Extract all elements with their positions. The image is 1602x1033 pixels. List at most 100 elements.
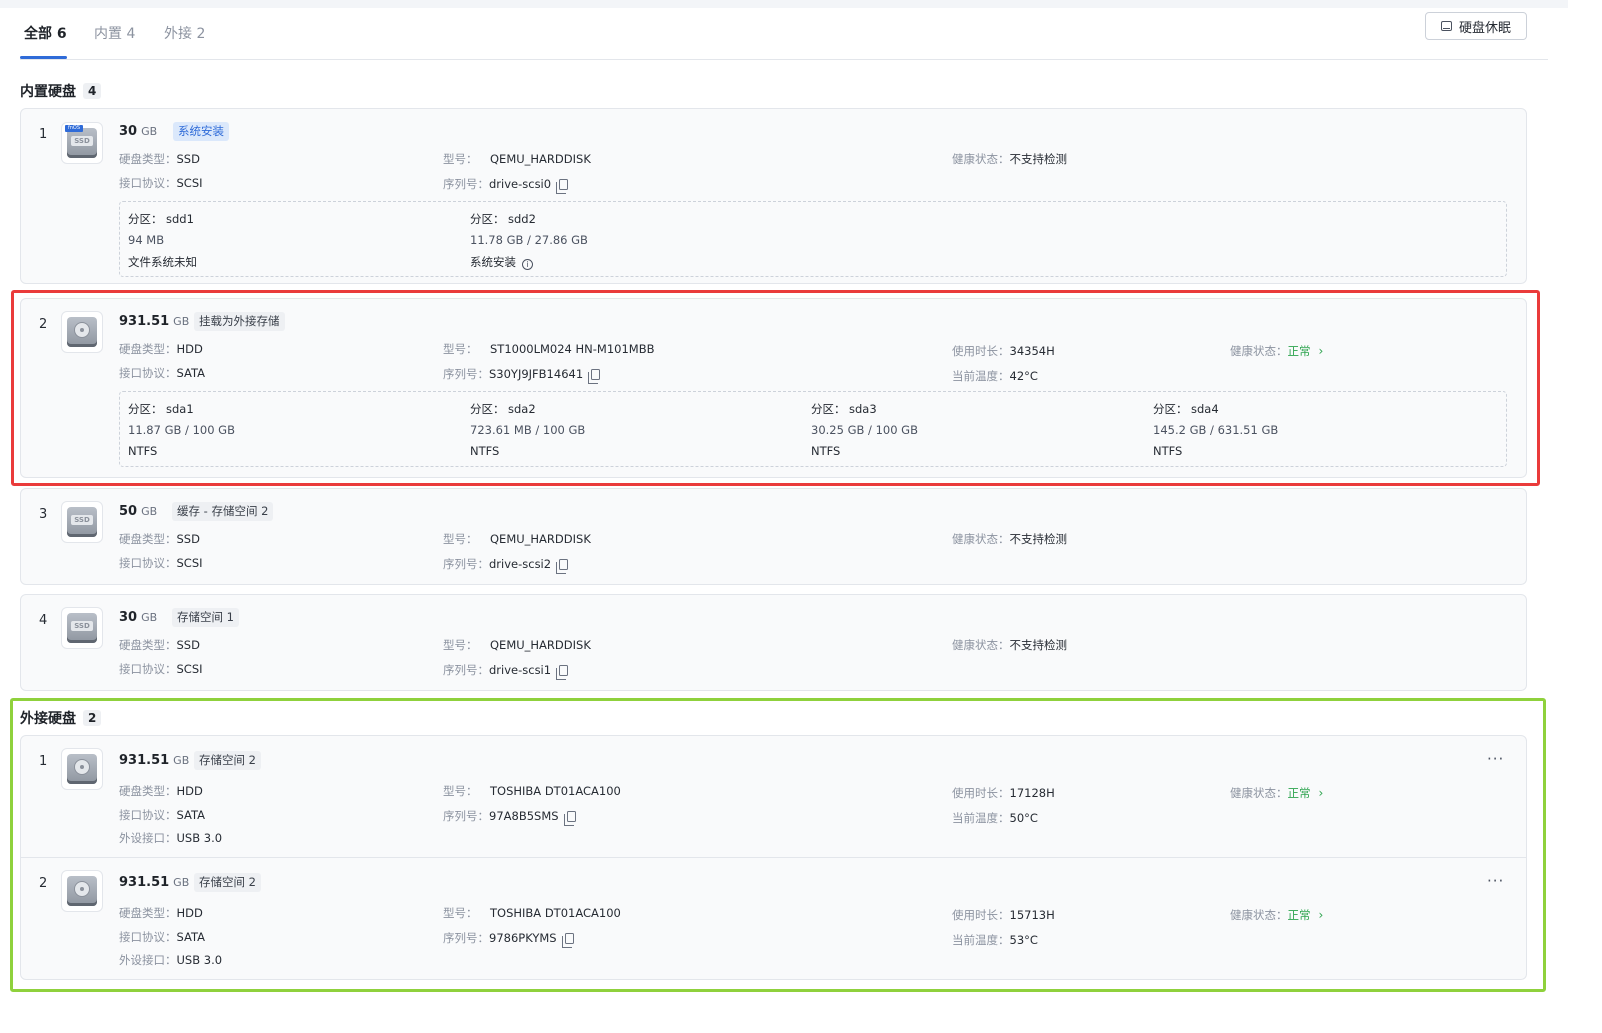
disk-external-port: 外设接口： USB 3.0 [119, 831, 223, 845]
disk-temperature: 当前温度： 42°C [952, 369, 1038, 383]
ssd-disk-icon: SSD [61, 501, 103, 543]
external-section-label: 外接硬盘 [20, 711, 76, 727]
copy-serial-icon[interactable] [556, 558, 569, 574]
ssd-icon-label: SSD [71, 621, 93, 631]
disk-size-value: 931.51 [119, 875, 170, 890]
disk-model: 型号： TOSHIBA DT01ACA100 [443, 906, 621, 920]
disk-type: 硬盘类型： SSD [119, 152, 200, 166]
disk-serial: 序列号： drive-scsi1 [443, 662, 569, 680]
internal-disk-card-2[interactable]: 2 931.51 GB 挂载为外接存储 硬盘类型： HDD 接口协议： SATA 型… [20, 298, 1527, 478]
disk-size-value: 931.51 [119, 314, 170, 329]
chevron-right-icon[interactable]: › [1319, 908, 1324, 922]
hdd-disk-icon [61, 748, 103, 790]
copy-serial-icon[interactable] [588, 368, 601, 384]
disk-index: 3 [39, 507, 48, 522]
disk-model: 型号： TOSHIBA DT01ACA100 [443, 784, 621, 798]
copy-serial-icon[interactable] [556, 178, 569, 194]
disk-size-unit: GB [141, 611, 158, 624]
disk-role-tag: 存储空间 1 [172, 608, 239, 627]
more-options-icon[interactable]: ··· [1487, 750, 1504, 768]
disk-health[interactable]: 健康状态： 正常 › [1230, 785, 1323, 801]
disk-type: 硬盘类型： HDD [119, 342, 203, 356]
disk-size: 931.51 GB [119, 314, 189, 329]
disk-model: 型号： ST1000LM024 HN-M101MBB [443, 342, 655, 356]
copy-serial-icon[interactable] [561, 932, 574, 948]
disk-role-tag: 缓存 - 存储空间 2 [172, 502, 274, 521]
ssd-icon-label: SSD [71, 136, 93, 146]
disk-size: 50 GB [119, 504, 157, 519]
disk-temperature: 当前温度： 53°C [952, 933, 1038, 947]
disk-size: 30 GB [119, 610, 157, 625]
disk-model: 型号： QEMU_HARDDISK [443, 152, 591, 166]
disk-type: 硬盘类型： SSD [119, 532, 200, 546]
hdd-disk-icon [61, 311, 103, 353]
disk-size-unit: GB [141, 505, 158, 518]
external-disk-card-2[interactable]: 2 931.51 GB 存储空间 2 ··· 硬盘类型： HDD 接口协议： SAT… [20, 857, 1527, 980]
disk-serial: 序列号： 9786PKYMS [443, 930, 574, 948]
copy-serial-icon[interactable] [563, 810, 576, 826]
ssd-icon-label: SSD [71, 515, 93, 525]
internal-disk-card-1[interactable]: 1 SSD fnOS 30 GB 系统安装 硬盘类型： SSD 接口协议： SCSI … [20, 108, 1527, 284]
disk-size-unit: GB [173, 754, 190, 767]
chevron-right-icon[interactable]: › [1319, 786, 1324, 800]
internal-disk-card-3[interactable]: 3 SSD 50 GB 缓存 - 存储空间 2 硬盘类型： SSD 接口协议： SC… [20, 488, 1527, 585]
disk-health[interactable]: 健康状态： 正常 › [1230, 343, 1323, 359]
copy-serial-icon[interactable] [556, 664, 569, 680]
disk-index: 4 [39, 613, 48, 628]
ssd-disk-icon: SSD [61, 607, 103, 649]
disk-filter-tabs: 全部 6 内置 4 外接 2 [20, 8, 1548, 60]
tab-external[interactable]: 外接 2 [164, 23, 205, 43]
disk-interface: 接口协议： SCSI [119, 176, 203, 190]
disk-size: 931.51 GB [119, 875, 189, 890]
external-section-count: 2 [83, 710, 102, 726]
disk-external-port: 外设接口： USB 3.0 [119, 953, 223, 967]
disk-index: 1 [39, 754, 48, 769]
disk-size-unit: GB [141, 125, 158, 138]
disk-role-tag: 挂载为外接存储 [194, 312, 285, 331]
disk-index: 2 [39, 876, 48, 891]
disk-interface: 接口协议： SATA [119, 930, 205, 944]
disk-size: 30 GB [119, 124, 157, 139]
disk-model: 型号： QEMU_HARDDISK [443, 532, 591, 546]
ssd-disk-icon: SSD fnOS [61, 122, 103, 164]
internal-section-label: 内置硬盘 [20, 84, 76, 100]
system-badge-icon: fnOS [65, 125, 83, 132]
chevron-right-icon[interactable]: › [1319, 344, 1324, 358]
disk-type: 硬盘类型： HDD [119, 784, 203, 798]
disk-interface: 接口协议： SCSI [119, 662, 203, 676]
info-icon[interactable]: i [522, 259, 533, 270]
disk-sleep-icon [1440, 21, 1452, 31]
disk-serial: 序列号： drive-scsi0 [443, 176, 569, 194]
disk-index: 2 [39, 317, 48, 332]
active-tab-indicator [20, 56, 67, 59]
disk-temperature: 当前温度： 50°C [952, 811, 1038, 825]
external-disk-card-1[interactable]: 1 931.51 GB 存储空间 2 ··· 硬盘类型： HDD 接口协议： SAT… [20, 735, 1527, 858]
disk-type: 硬盘类型： HDD [119, 906, 203, 920]
internal-section-count: 4 [83, 83, 102, 99]
disk-size-value: 50 [119, 504, 138, 519]
disk-serial: 序列号： drive-scsi2 [443, 556, 569, 574]
disk-size-value: 931.51 [119, 753, 170, 768]
internal-section-title: 内置硬盘 4 [20, 81, 102, 101]
internal-disk-card-4[interactable]: 4 SSD 30 GB 存储空间 1 硬盘类型： SSD 接口协议： SCSI 型号… [20, 594, 1527, 691]
disk-sleep-label: 硬盘休眠 [1458, 20, 1511, 36]
disk-role-tag: 存储空间 2 [194, 873, 261, 892]
partition-list: 分区： sda1 11.87 GB / 100 GB NTFS 分区： sda2 7… [119, 391, 1507, 467]
disk-usage-hours: 使用时长： 34354H [952, 344, 1055, 358]
disk-sleep-button[interactable]: 硬盘休眠 [1425, 12, 1527, 40]
more-options-icon[interactable]: ··· [1487, 872, 1504, 890]
disk-health: 健康状态： 不支持检测 [952, 638, 1067, 652]
disk-size-unit: GB [173, 876, 190, 889]
disk-size-unit: GB [173, 315, 190, 328]
tab-all[interactable]: 全部 6 [24, 23, 67, 43]
tab-internal[interactable]: 内置 4 [94, 23, 135, 43]
disk-type: 硬盘类型： SSD [119, 638, 200, 652]
disk-size-value: 30 [119, 610, 138, 625]
disk-size: 931.51 GB [119, 753, 189, 768]
disk-interface: 接口协议： SATA [119, 366, 205, 380]
disk-model: 型号： QEMU_HARDDISK [443, 638, 591, 652]
disk-health: 健康状态： 不支持检测 [952, 532, 1067, 546]
hdd-disk-icon [61, 870, 103, 912]
disk-health[interactable]: 健康状态： 正常 › [1230, 907, 1323, 923]
disk-role-tag: 系统安装 [173, 122, 229, 141]
